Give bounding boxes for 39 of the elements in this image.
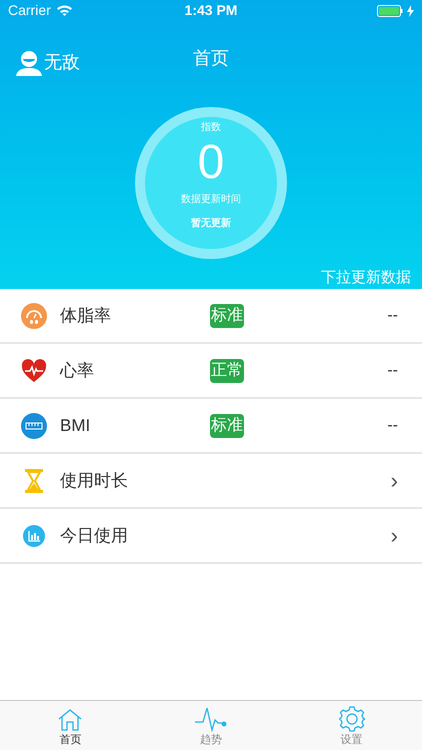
row-label: 体脂率: [60, 304, 112, 327]
list-row[interactable]: 使用时长 ›: [0, 454, 422, 509]
status-badge: 标准: [210, 414, 244, 438]
list-row[interactable]: 心率 正常 --: [0, 344, 422, 399]
row-label: 心率: [60, 360, 95, 382]
chevron-icon: ›: [390, 524, 398, 546]
pulse-icon: [194, 706, 228, 732]
list-row[interactable]: 今日使用 ›: [0, 509, 422, 564]
clock-text: 1:43 PM: [184, 1, 238, 20]
gauge-label: 指数: [201, 120, 221, 134]
wifi-icon: [56, 5, 72, 16]
gauge-update: 暂无更新: [191, 216, 231, 230]
gauge-value: 0: [198, 138, 224, 186]
row-label: 使用时长: [60, 470, 129, 492]
tab-item[interactable]: 首页: [0, 701, 141, 750]
list-row[interactable]: 体脂率 标准 --: [0, 289, 422, 344]
carrier-text: Carrier: [8, 1, 51, 20]
charging-icon: [406, 4, 414, 16]
battery-icon: [376, 4, 403, 16]
scale-icon: [21, 302, 47, 328]
row-label: BMI: [60, 414, 92, 437]
user-avatar-icon: [16, 50, 42, 76]
pull-refresh-hint: 下拉更新数据: [321, 268, 411, 288]
settings-icon: [338, 706, 365, 732]
page-title: 首页: [193, 46, 229, 70]
status-badge: 标准: [210, 304, 244, 328]
row-value: --: [387, 360, 398, 380]
row-value: --: [387, 416, 398, 436]
row-value: --: [387, 306, 398, 326]
home-icon: [58, 708, 82, 732]
status-badge: 正常: [210, 358, 244, 382]
row-label: 今日使用: [60, 524, 129, 547]
hourglass-icon: [24, 468, 44, 492]
ruler-icon: [21, 412, 47, 438]
gauge-caption: 数据更新时间: [181, 192, 241, 206]
list-row[interactable]: BMI 标准 --: [0, 399, 422, 454]
chevron-icon: ›: [390, 470, 398, 492]
heart-icon: [21, 358, 47, 382]
bar-chart-icon: [23, 524, 45, 546]
